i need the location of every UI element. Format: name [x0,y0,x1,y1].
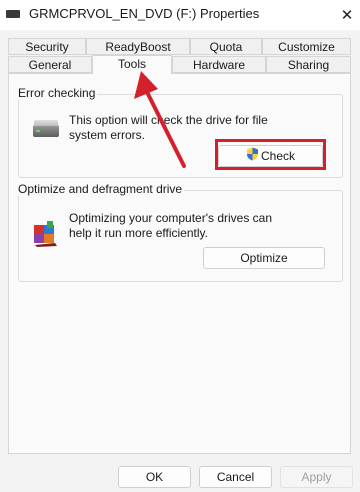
window-title: GRMCPRVOL_EN_DVD (F:) Properties [29,6,260,21]
optimize-group: Optimize and defragment drive Optimizing… [16,182,343,282]
tab-customize[interactable]: Customize [262,38,351,55]
error-checking-title: Error checking [16,86,98,100]
close-icon: ✕ [340,7,354,24]
check-highlight-box [215,139,326,170]
ok-button[interactable]: OK [118,466,191,488]
tab-security[interactable]: Security [8,38,86,55]
optimize-description: Optimizing your computer's drives can he… [69,211,273,240]
apply-button[interactable]: Apply [280,466,353,488]
tab-readyboost[interactable]: ReadyBoost [86,38,190,55]
drive-icon [33,120,59,137]
close-button[interactable]: ✕ [334,0,360,30]
tab-tools[interactable]: Tools [92,55,172,74]
optimize-button[interactable]: Optimize [203,247,325,269]
tab-sharing[interactable]: Sharing [266,56,351,73]
tab-quota[interactable]: Quota [190,38,262,55]
tab-hardware[interactable]: Hardware [172,56,266,73]
tab-general[interactable]: General [8,56,92,73]
optimize-title: Optimize and defragment drive [16,182,185,196]
dialog-footer: OK Cancel Apply [0,462,360,492]
cancel-button[interactable]: Cancel [199,466,272,488]
drive-icon [6,10,20,18]
defrag-icon [31,219,59,247]
tools-panel: Error checking This option will check th… [8,73,351,454]
title-bar: GRMCPRVOL_EN_DVD (F:) Properties ✕ [0,0,360,30]
